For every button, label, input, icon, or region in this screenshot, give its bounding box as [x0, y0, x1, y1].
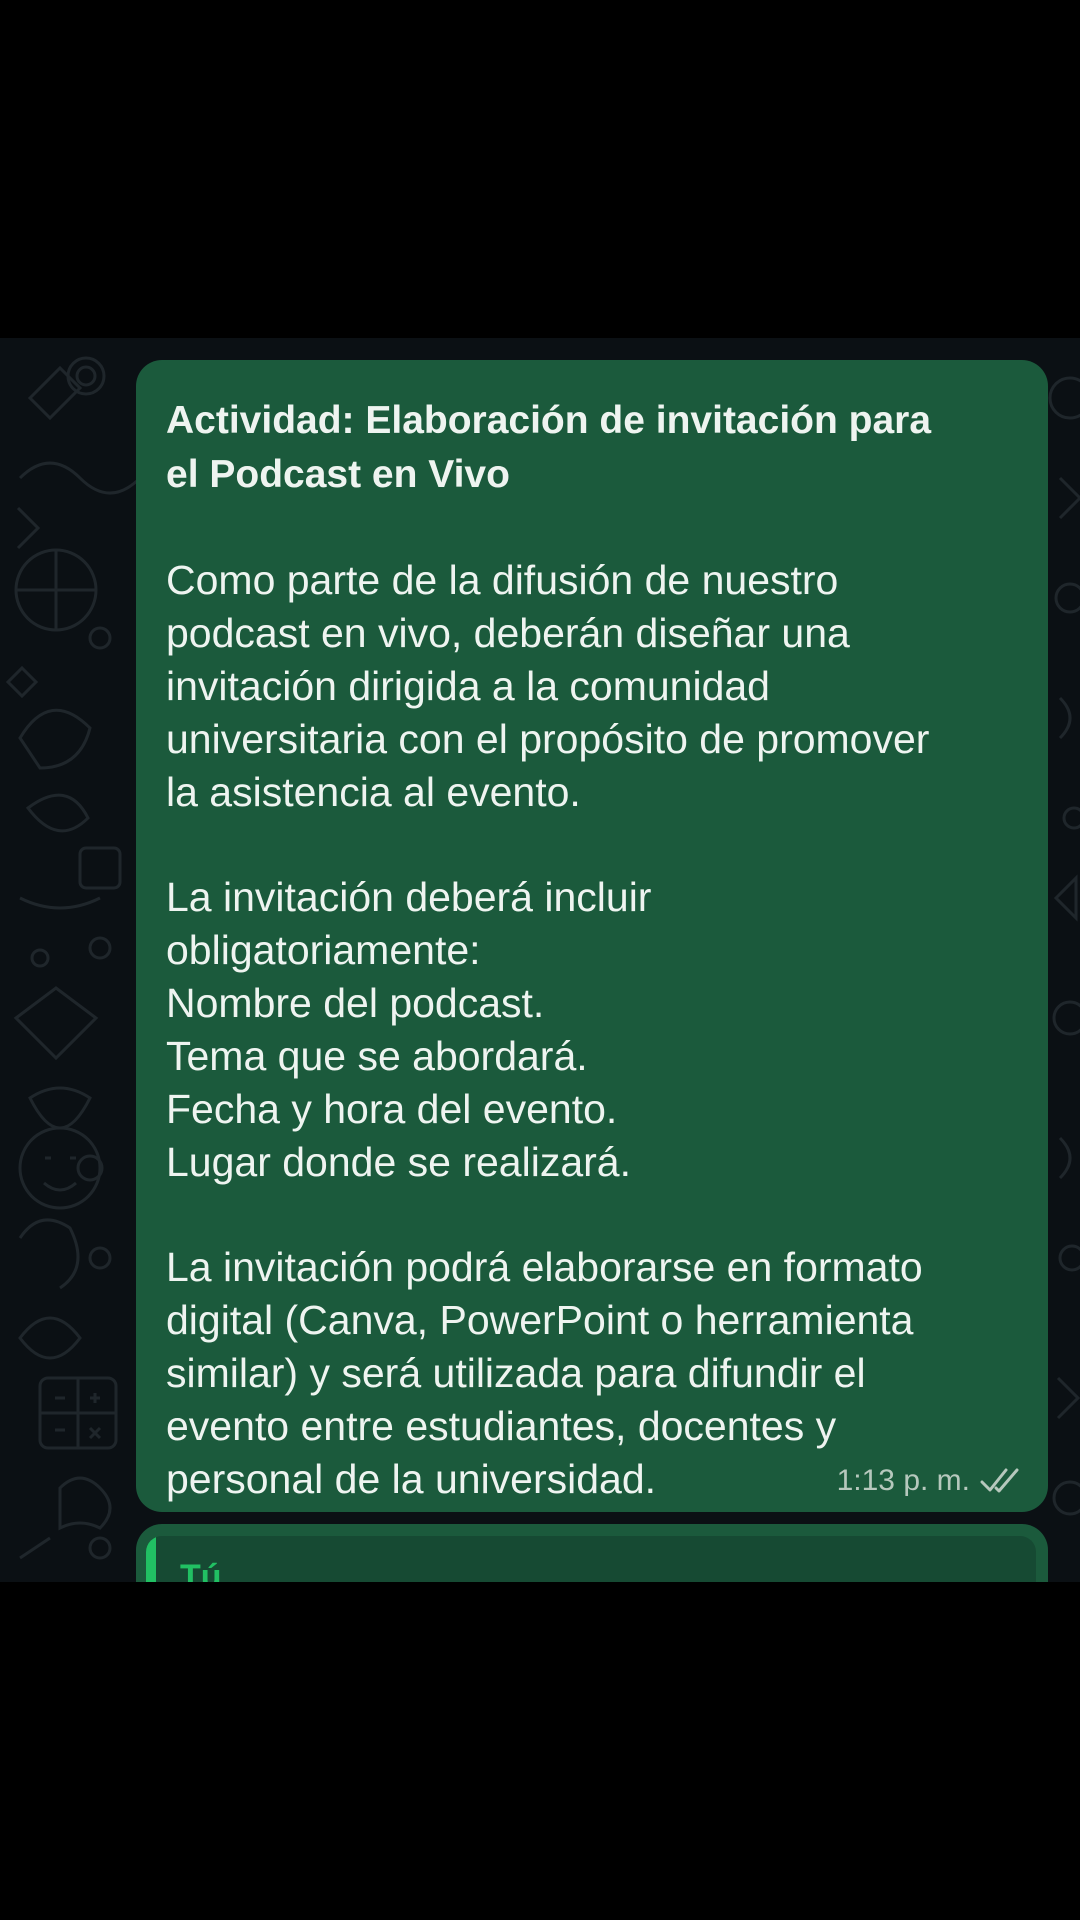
message-line: invitación dirigida a la comunidad	[166, 663, 770, 709]
message-paragraph: La invitación deberá incluir obligatoria…	[166, 871, 1018, 1189]
message-line: Lugar donde se realizará.	[166, 1139, 631, 1185]
message-line: evento entre estudiantes, docentes y	[166, 1403, 837, 1449]
message-bubble-next[interactable]: Tú	[136, 1524, 1048, 1582]
message-line: La invitación podrá elaborarse en format…	[166, 1244, 923, 1290]
quoted-author: Tú	[180, 1558, 222, 1582]
quote-accent-bar	[146, 1536, 156, 1582]
message-line: similar) y será utilizada para difundir …	[166, 1350, 866, 1396]
message-line: digital (Canva, PowerPoint o herramienta	[166, 1297, 914, 1343]
message-line: podcast en vivo, deberán diseñar una	[166, 610, 850, 656]
double-check-icon	[980, 1468, 1019, 1493]
message-line: Tema que se abordará.	[166, 1033, 588, 1079]
message-line: Como parte de la difusión de nuestro	[166, 557, 839, 603]
message-line: universitaria con el propósito de promov…	[166, 716, 930, 762]
message-meta: 1:13 p. m.	[837, 1464, 1022, 1498]
message-line: Nombre del podcast.	[166, 980, 545, 1026]
quoted-message[interactable]: Tú	[146, 1536, 1036, 1582]
message-line: la asistencia al evento.	[166, 769, 581, 815]
message-time: 1:13 p. m.	[836, 1464, 970, 1497]
chat-area[interactable]: Actividad: Elaboración de invitación par…	[0, 338, 1080, 1582]
message-title: Actividad: Elaboración de invitación par…	[166, 394, 1018, 502]
screen: { "message": { "title_lines": ["Activida…	[0, 0, 1080, 1920]
message-title-line: el Podcast en Vivo	[166, 453, 510, 496]
message-paragraph: Como parte de la difusión de nuestro pod…	[166, 554, 1018, 819]
message-line: Fecha y hora del evento.	[166, 1086, 618, 1132]
message-line: personal de la universidad.	[166, 1456, 657, 1502]
message-line: La invitación deberá incluir	[166, 874, 652, 920]
message-line: obligatoriamente:	[166, 927, 481, 973]
message-bubble-outgoing[interactable]: Actividad: Elaboración de invitación par…	[136, 360, 1048, 1512]
message-title-line: Actividad: Elaboración de invitación par…	[166, 399, 932, 442]
